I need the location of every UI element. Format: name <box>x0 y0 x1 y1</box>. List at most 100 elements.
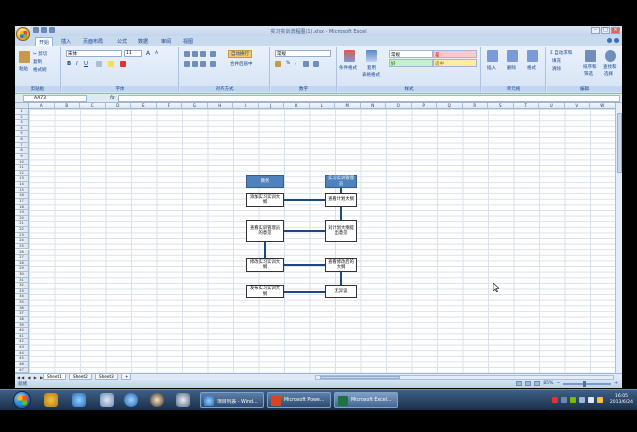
format-cells-button[interactable]: 格式 <box>527 65 536 71</box>
flow-left-step-4[interactable]: 发布实习实训大纲 <box>246 285 284 298</box>
comma-button[interactable]: , <box>295 61 296 66</box>
font-name-combo[interactable]: 宋体 <box>66 50 122 57</box>
shrink-font-button[interactable]: A <box>155 51 158 56</box>
taskbar-item-excel[interactable]: Microsoft Excel... <box>334 392 398 408</box>
horizontal-scroll-thumb[interactable] <box>320 376 400 379</box>
taskbar-clock[interactable]: 16:05 2013/6/24 <box>610 394 633 406</box>
font-size-combo[interactable]: 11 <box>124 50 142 57</box>
ie-quick-icon[interactable] <box>72 393 86 407</box>
style-bad[interactable]: 差 <box>433 50 477 58</box>
align-right-icon[interactable] <box>200 61 206 67</box>
copy-button[interactable]: 复制 <box>33 59 42 65</box>
tray-app-icon[interactable] <box>551 397 558 403</box>
page-layout-view-icon[interactable] <box>525 381 532 386</box>
insert-cells-button[interactable]: 插入 <box>487 65 496 71</box>
find-select-icon[interactable] <box>605 50 616 62</box>
align-center-icon[interactable] <box>192 61 198 67</box>
start-button[interactable] <box>13 391 31 409</box>
style-neutral[interactable]: 适中 <box>433 59 477 67</box>
fill-color-icon[interactable] <box>108 61 114 67</box>
decrease-decimal-icon[interactable] <box>313 61 319 67</box>
flow-left-step-1[interactable]: 添加实习实训大纲 <box>246 193 284 207</box>
tab-data[interactable]: 数据 <box>135 37 151 46</box>
flow-right-step-3[interactable]: 查看修改后的大纲 <box>325 258 357 272</box>
align-bottom-icon[interactable] <box>200 51 206 57</box>
pin-icon[interactable] <box>100 393 114 407</box>
ribbon-minimize-icon[interactable] <box>614 38 619 43</box>
flow-right-step-2[interactable]: 对计划大纲提出意见 <box>325 220 357 242</box>
delete-cells-icon[interactable] <box>507 50 518 62</box>
close-button[interactable]: × <box>611 27 620 34</box>
page-break-view-icon[interactable] <box>534 381 541 386</box>
border-icon[interactable] <box>96 61 102 67</box>
help-icon[interactable] <box>607 38 612 43</box>
tray-network-icon[interactable] <box>578 397 585 403</box>
align-left-icon[interactable] <box>184 61 190 67</box>
cut-button[interactable]: ✂ 剪切 <box>33 51 47 57</box>
name-box[interactable]: AA73 <box>23 95 87 102</box>
orientation-icon[interactable] <box>210 51 216 57</box>
vertical-scroll-thumb[interactable] <box>617 113 622 173</box>
underline-button[interactable]: U <box>84 61 88 67</box>
format-painter-button[interactable]: 格式刷 <box>33 67 47 73</box>
wrap-text-button[interactable]: 自动换行 <box>228 50 252 58</box>
normal-view-icon[interactable] <box>516 381 523 386</box>
tray-flag-icon[interactable] <box>596 397 603 403</box>
merge-center-button[interactable]: 合并后居中 <box>230 61 253 67</box>
fill-button[interactable]: 填充 <box>552 58 561 64</box>
app-icon[interactable] <box>176 393 190 407</box>
conditional-format-button[interactable]: 条件格式 <box>339 65 357 71</box>
font-color-icon[interactable] <box>120 61 126 67</box>
flow-left-header[interactable]: 教务 <box>246 175 284 188</box>
vertical-scrollbar[interactable] <box>615 103 622 373</box>
paste-icon[interactable] <box>19 51 30 63</box>
zoom-out-button[interactable]: − <box>556 381 560 386</box>
fx-button[interactable]: fx <box>110 95 115 101</box>
clear-button[interactable]: 清除 <box>552 66 561 72</box>
grow-font-button[interactable]: A <box>146 50 150 57</box>
increase-decimal-icon[interactable] <box>303 61 309 67</box>
skype-icon[interactable] <box>124 393 138 407</box>
style-good[interactable]: 好 <box>389 59 433 67</box>
tab-formulas[interactable]: 公式 <box>114 37 130 46</box>
delete-cells-button[interactable]: 删除 <box>507 65 516 71</box>
minimize-button[interactable]: – <box>591 27 600 34</box>
format-table-button[interactable]: 套用 <box>367 65 376 71</box>
tab-view[interactable]: 视图 <box>180 37 196 46</box>
tray-volume-icon[interactable] <box>587 397 594 403</box>
avatar-app-icon[interactable] <box>150 393 164 407</box>
paste-button[interactable]: 粘贴 <box>19 66 28 72</box>
folder-icon[interactable] <box>44 393 58 407</box>
tray-mail-icon[interactable] <box>560 397 567 403</box>
number-format-combo[interactable]: 常规 <box>275 50 331 57</box>
align-middle-icon[interactable] <box>192 51 198 57</box>
zoom-in-button[interactable]: + <box>614 381 618 386</box>
percent-button[interactable]: % <box>286 61 290 66</box>
office-button[interactable] <box>16 27 30 41</box>
taskbar-item-powerpoint[interactable]: Microsoft Powe... <box>267 392 331 408</box>
tab-insert[interactable]: 插入 <box>58 37 74 46</box>
flow-right-step-4[interactable]: 无异议 <box>325 285 357 298</box>
taskbar-item-browser[interactable]: 项目列表 - Wind... <box>200 392 264 408</box>
italic-button[interactable]: I <box>76 61 78 67</box>
tab-page-layout[interactable]: 页面布局 <box>80 37 106 46</box>
format-table-icon[interactable] <box>366 50 377 62</box>
flow-left-step-2[interactable]: 查看实训管理员的意见 <box>246 220 284 242</box>
insert-cells-icon[interactable] <box>487 50 498 62</box>
autosum-button[interactable]: Σ 自动求和 <box>550 50 572 56</box>
zoom-level[interactable]: 85% <box>543 381 553 386</box>
zoom-slider[interactable] <box>563 380 612 387</box>
tab-review[interactable]: 审阅 <box>158 37 174 46</box>
flow-right-step-1[interactable]: 查看计划大纲 <box>325 193 357 207</box>
bold-button[interactable]: B <box>67 61 71 67</box>
format-cells-icon[interactable] <box>527 50 538 62</box>
flow-right-header[interactable]: 实习实训管理员 <box>325 175 357 188</box>
zoom-slider-knob[interactable] <box>583 380 587 387</box>
sort-filter-button[interactable]: 排序和 <box>583 64 597 70</box>
find-select-button[interactable]: 查找和 <box>603 64 617 70</box>
tab-home[interactable]: 开始 <box>35 37 54 46</box>
currency-icon[interactable] <box>275 61 281 67</box>
align-top-icon[interactable] <box>184 51 190 57</box>
tray-security-icon[interactable] <box>569 397 576 403</box>
indent-icon[interactable] <box>210 61 216 67</box>
